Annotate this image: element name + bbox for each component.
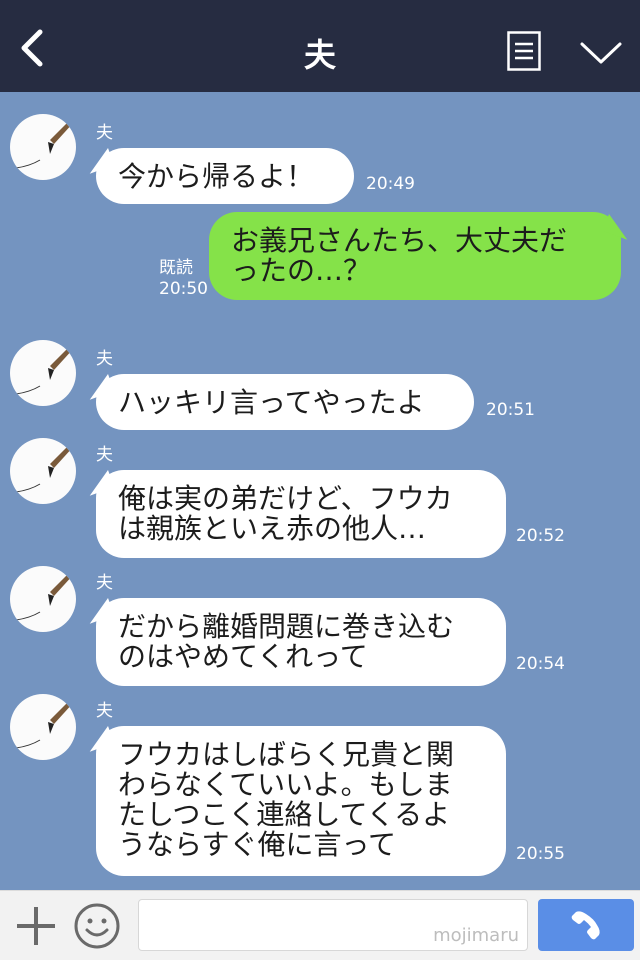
phone-icon — [571, 911, 600, 940]
message-time: 20:52 — [516, 526, 565, 546]
sender-name: 夫 — [96, 123, 113, 143]
call-button[interactable] — [538, 899, 634, 951]
sender-name: 夫 — [96, 701, 113, 721]
avatar[interactable] — [10, 114, 76, 180]
chevron-down-icon[interactable] — [579, 38, 623, 68]
message-bubble[interactable]: 今から帰るよ！ — [96, 148, 354, 204]
fountain-pen-icon — [15, 570, 74, 621]
message-bubble[interactable]: 俺は実の弟だけど、フウカ は親族といえ赤の他人… — [96, 470, 506, 558]
chat-title: 夫 — [303, 36, 336, 74]
watermark-text: mojimaru — [433, 925, 519, 946]
message-time: 20:49 — [366, 174, 415, 194]
message-bubble[interactable]: フウカはしばらく兄貴と関 わらなくていいよ。もしま たしつこく連絡してくるよ う… — [96, 726, 506, 876]
message-time: 20:51 — [486, 400, 535, 420]
chat-area[interactable]: 夫 今から帰るよ！ 20:49 既読 20:50 お義兄さんたち、大丈夫だ った… — [0, 92, 640, 890]
message-bubble[interactable]: だから離婚問題に巻き込む のはやめてくれって — [96, 598, 506, 686]
smiley-icon[interactable] — [73, 902, 121, 950]
avatar[interactable] — [10, 566, 76, 632]
sender-name: 夫 — [96, 573, 113, 593]
avatar[interactable] — [10, 438, 76, 504]
message-input[interactable]: mojimaru — [138, 899, 528, 951]
fountain-pen-icon — [15, 344, 74, 395]
read-receipt: 既読 — [159, 258, 193, 278]
plus-icon[interactable] — [14, 904, 58, 948]
fountain-pen-icon — [15, 698, 74, 749]
sender-name: 夫 — [96, 445, 113, 465]
sender-name: 夫 — [96, 349, 113, 369]
avatar[interactable] — [10, 340, 76, 406]
message-bubble-outgoing[interactable]: お義兄さんたち、大丈夫だ ったの…？ — [209, 212, 621, 300]
chat-header: 夫 — [0, 0, 640, 92]
fountain-pen-icon — [15, 118, 74, 169]
fountain-pen-icon — [15, 442, 74, 493]
message-time: 20:50 — [159, 279, 208, 299]
avatar[interactable] — [10, 694, 76, 760]
notes-icon[interactable] — [507, 31, 541, 71]
message-time: 20:55 — [516, 844, 565, 864]
message-composer: mojimaru — [0, 890, 640, 960]
message-bubble[interactable]: ハッキリ言ってやったよ — [96, 374, 474, 430]
message-time: 20:54 — [516, 654, 565, 674]
